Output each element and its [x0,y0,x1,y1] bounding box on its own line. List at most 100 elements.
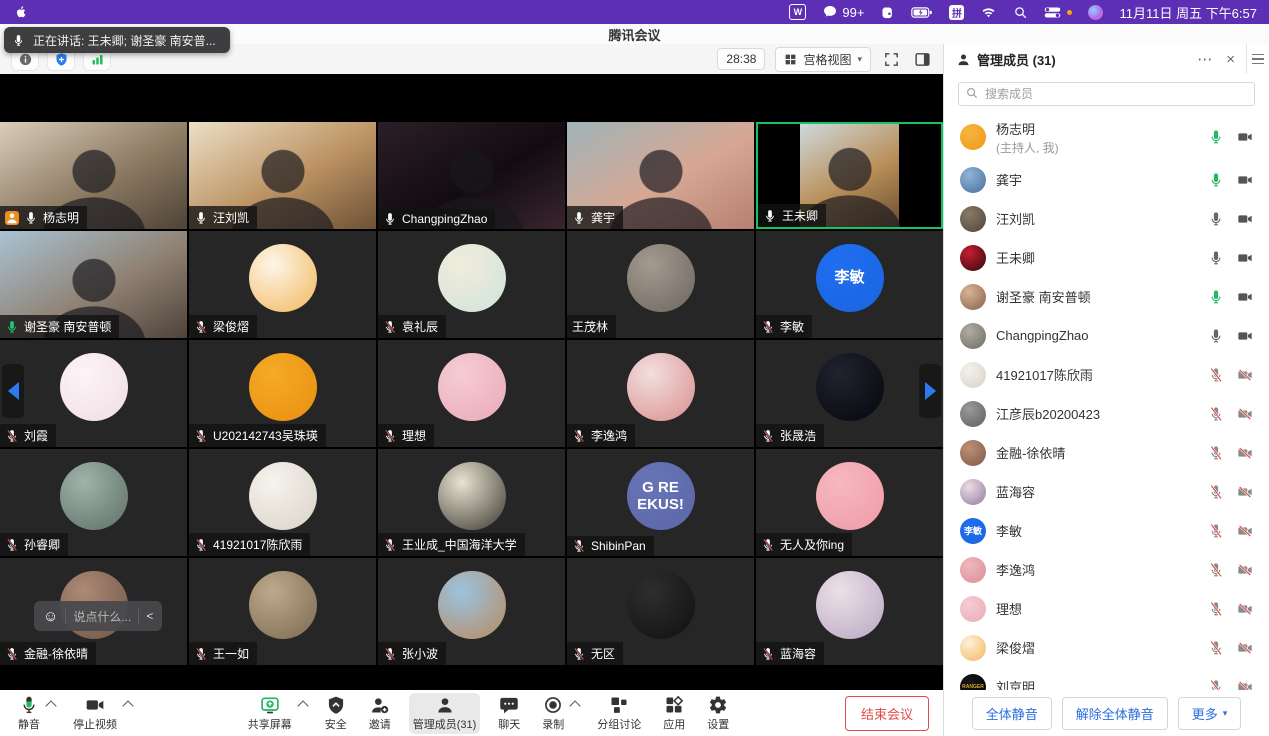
video-tile[interactable]: 汪刘凯 [189,122,376,229]
camera-off-icon[interactable] [1237,523,1253,539]
mic-muted-icon[interactable] [1208,523,1224,539]
video-tile[interactable]: 刘霞 [0,340,187,447]
member-row[interactable]: 蓝海容 [944,472,1269,511]
camera-off-icon[interactable] [1237,640,1253,656]
camera-off-icon[interactable] [1237,484,1253,500]
member-row[interactable]: 龚宇 [944,160,1269,199]
more-button[interactable]: 更多▾ [1178,697,1242,730]
video-tile[interactable]: 王茂林 [567,231,754,338]
member-row[interactable]: 41921017陈欣雨 [944,355,1269,394]
member-row[interactable]: 李敏李敏 [944,511,1269,550]
camera-icon[interactable] [1237,172,1253,188]
video-tile[interactable]: 李逸鸿 [567,340,754,447]
toolbar-item-settings[interactable]: 设置 [703,693,733,734]
unmute-all-button[interactable]: 解除全体静音 [1062,697,1168,730]
video-tile[interactable]: 谢圣豪 南安普顿 [0,231,187,338]
video-tile[interactable]: 袁礼辰 [378,231,565,338]
mic-icon[interactable] [1208,211,1224,227]
chevron-up-icon[interactable] [297,700,308,711]
member-row[interactable]: 王未卿 [944,238,1269,277]
mic-muted-icon[interactable] [1208,679,1224,691]
toolbar-item-breakout[interactable]: 分组讨论 [593,693,645,734]
mic-icon[interactable] [1208,328,1224,344]
chat-placeholder[interactable]: 说点什么... [73,608,131,625]
emoji-icon[interactable]: ☺ [43,609,58,624]
control-center-icon[interactable] [1044,6,1072,19]
member-row[interactable]: 江彦辰b20200423 [944,394,1269,433]
mic-muted-icon[interactable] [1208,484,1224,500]
camera-icon[interactable] [1237,129,1253,145]
video-tile[interactable]: 王一如 [189,558,376,665]
video-tile[interactable]: 杨志明 [0,122,187,229]
camera-icon[interactable] [1237,289,1253,305]
video-tile[interactable]: U202142743吴珠瑛 [189,340,376,447]
mic-icon[interactable] [1208,289,1224,305]
layout-view-selector[interactable]: 宫格视图 ▾ [775,47,871,72]
video-tile[interactable]: ChangpingZhao [378,122,565,229]
camera-icon[interactable] [1237,250,1253,266]
spotlight-search-icon[interactable] [1013,5,1028,20]
member-row[interactable]: RANGER刘京明 [944,667,1269,690]
mic-muted-icon[interactable] [1208,367,1224,383]
video-tile[interactable]: 理想 [378,340,565,447]
camera-off-icon[interactable] [1237,601,1253,617]
next-page-button[interactable] [919,364,941,418]
toolbar-item-chat[interactable]: 聊天 [494,693,524,734]
toolbar-item-invite[interactable]: 邀请 [365,693,395,734]
video-tile[interactable]: 无人及你ing [756,449,943,556]
member-row[interactable]: 李逸鸿 [944,550,1269,589]
hamburger-icon[interactable] [1252,54,1264,65]
video-tile[interactable]: 无区 [567,558,754,665]
camera-off-icon[interactable] [1237,679,1253,691]
collapse-arrow[interactable]: < [146,609,153,623]
camera-off-icon[interactable] [1237,406,1253,422]
camera-icon[interactable] [1237,328,1253,344]
evernote-icon[interactable] [880,5,895,20]
member-row[interactable]: 理想 [944,589,1269,628]
menubar-clock[interactable]: 11月11日 周五 下午6:57 [1119,3,1257,22]
mic-muted-icon[interactable] [1208,601,1224,617]
video-tile[interactable]: 李敏李敏 [756,231,943,338]
mute-all-button[interactable]: 全体静音 [972,697,1052,730]
mic-icon[interactable] [1208,129,1224,145]
video-tile[interactable]: 金融-徐依晴☺说点什么...< [0,558,187,665]
mic-muted-icon[interactable] [1208,406,1224,422]
toolbar-item-camera[interactable]: 停止视频 [69,693,121,734]
mic-icon[interactable] [1208,250,1224,266]
chevron-up-icon[interactable] [45,700,56,711]
mic-muted-icon[interactable] [1208,640,1224,656]
toolbar-item-shield[interactable]: 安全 [321,693,351,734]
camera-off-icon[interactable] [1237,445,1253,461]
video-tile[interactable]: 梁俊熠 [189,231,376,338]
member-row[interactable]: ChangpingZhao [944,316,1269,355]
member-row[interactable]: 金融-徐依晴 [944,433,1269,472]
video-tile[interactable]: 龚宇 [567,122,754,229]
member-row[interactable]: 谢圣豪 南安普顿 [944,277,1269,316]
wifi-icon[interactable] [980,5,997,20]
video-tile[interactable]: 王未卿 [756,122,943,229]
chevron-up-icon[interactable] [570,700,581,711]
sidebar-toggle-button[interactable] [912,49,933,70]
search-input[interactable] [958,82,1255,106]
word-icon[interactable]: W [789,4,806,20]
mic-muted-icon[interactable] [1208,445,1224,461]
apple-icon[interactable] [14,4,28,20]
video-tile[interactable]: 王业成_中国海洋大学 [378,449,565,556]
member-row[interactable]: 汪刘凯 [944,199,1269,238]
fullscreen-button[interactable] [881,49,902,70]
video-tile[interactable]: 孙睿卿 [0,449,187,556]
video-tile[interactable]: 41921017陈欣雨 [189,449,376,556]
toolbar-item-apps[interactable]: 应用 [659,693,689,734]
toolbar-item-mic[interactable]: 静音 [14,693,44,734]
video-tile[interactable]: 蓝海容 [756,558,943,665]
pinyin-input-icon[interactable]: 拼 [949,5,964,20]
mic-muted-icon[interactable] [1208,562,1224,578]
camera-off-icon[interactable] [1237,367,1253,383]
siri-icon[interactable] [1088,5,1103,20]
prev-page-button[interactable] [2,364,24,418]
toolbar-item-record[interactable]: 录制 [538,693,568,734]
video-tile[interactable]: G RE EKUS!ShibinPan [567,449,754,556]
video-tile[interactable]: 张晟浩 [756,340,943,447]
end-meeting-button[interactable]: 结束会议 [845,696,929,731]
wechat-icon[interactable]: 99+ [822,4,864,20]
